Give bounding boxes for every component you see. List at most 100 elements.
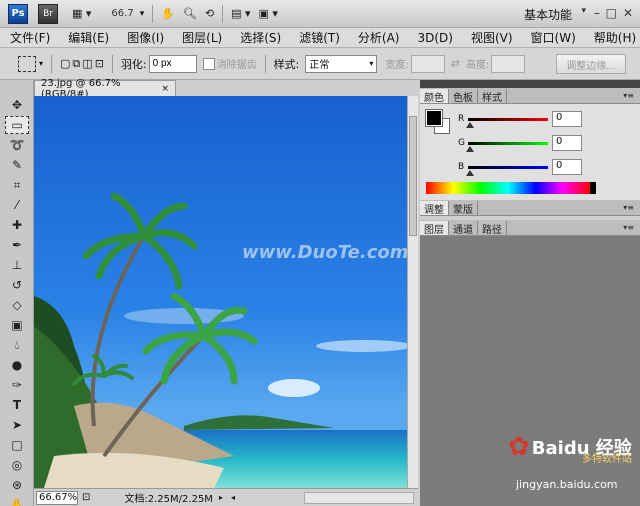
arrange-documents-button[interactable]: ▤ ▾ xyxy=(231,4,250,24)
width-input[interactable] xyxy=(410,54,445,73)
scroll-thumb[interactable] xyxy=(409,116,417,236)
black-white-ramp[interactable] xyxy=(590,182,596,194)
menu-analysis[interactable]: 分析(A) xyxy=(358,29,400,46)
pen-tool-icon[interactable]: ✑ xyxy=(5,376,29,394)
screen-mode-button[interactable]: ▣ ▾ xyxy=(259,4,278,24)
zoom-dropdown-icon[interactable]: ▾ xyxy=(140,9,145,19)
tab-swatches[interactable]: 色板 xyxy=(449,89,478,104)
clone-stamp-icon[interactable]: ⊥ xyxy=(5,256,29,274)
quick-selection-icon[interactable]: ✎ xyxy=(5,156,29,174)
layers-tabs: 图层 通道 路径 ▾≡ xyxy=(420,220,640,236)
close-document-icon[interactable]: × xyxy=(161,84,169,94)
3d-rotate-icon[interactable]: ◎ xyxy=(5,456,29,474)
brush-tool-icon[interactable]: ✒ xyxy=(5,236,29,254)
tab-color[interactable]: 颜色 xyxy=(420,89,449,104)
hand-tool-icon[interactable]: ✋ xyxy=(161,4,175,24)
crop-tool-icon[interactable]: ⌗ xyxy=(5,176,29,194)
document-tab[interactable]: 23.jpg @ 66.7%(RGB/8#) × xyxy=(34,78,176,100)
style-select[interactable]: 正常 ▾ xyxy=(305,54,378,73)
healing-brush-icon[interactable]: ✚ xyxy=(5,216,29,234)
r-slider-track[interactable] xyxy=(468,118,548,121)
zoom-level[interactable]: 66.7 xyxy=(111,8,133,19)
scroll-left-icon[interactable]: ◂ xyxy=(231,493,235,502)
zoom-tool-icon[interactable]: 🔍︎ xyxy=(183,4,197,24)
tab-paths[interactable]: 路径 xyxy=(478,221,507,236)
layers-menu-icon[interactable]: ▾≡ xyxy=(623,223,634,232)
options-bar: ▾ ▢ ⧉ ◫ ⊡ 羽化: 消除锯齿 样式: 正常 ▾ 宽度: ⇄ 高度: 调整… xyxy=(0,48,640,80)
intersect-selection-icon[interactable]: ⊡ xyxy=(95,57,104,70)
menu-layer[interactable]: 图层(L) xyxy=(182,29,222,46)
b-value-input[interactable]: 0 xyxy=(552,159,582,175)
tab-masks[interactable]: 蒙版 xyxy=(449,201,478,216)
panel-menu-icon[interactable]: ▾≡ xyxy=(623,91,634,100)
move-tool-icon[interactable]: ✥ xyxy=(5,96,29,114)
shape-tool-icon[interactable]: □ xyxy=(5,436,29,454)
lasso-tool-icon[interactable]: ➰ xyxy=(5,136,29,154)
image-canvas[interactable]: www.DuoTe.com xyxy=(34,96,407,488)
eraser-icon[interactable]: ◇ xyxy=(5,296,29,314)
eyedropper-icon[interactable]: ⁄ xyxy=(5,196,29,214)
swap-icon[interactable]: ⇄ xyxy=(451,57,460,70)
status-menu-icon[interactable]: ▸ xyxy=(219,493,223,502)
tab-adjustments[interactable]: 调整 xyxy=(420,201,449,216)
feather-input[interactable] xyxy=(148,54,197,73)
tab-layers[interactable]: 图层 xyxy=(420,221,449,236)
history-brush-icon[interactable]: ↺ xyxy=(5,276,29,294)
g-slider-track[interactable] xyxy=(468,142,548,145)
rotate-view-icon[interactable]: ⟲ xyxy=(205,4,214,24)
b-slider-knob[interactable] xyxy=(466,170,474,176)
status-zoom[interactable]: 66.67% xyxy=(36,490,78,505)
marquee-tool-icon[interactable]: ▭ xyxy=(5,116,29,134)
foreground-color-swatch[interactable] xyxy=(425,109,443,127)
site-label: 多特软件站 xyxy=(582,454,632,465)
menu-image[interactable]: 图像(I) xyxy=(127,29,164,46)
menu-edit[interactable]: 编辑(E) xyxy=(68,29,109,46)
dodge-tool-icon[interactable]: ● xyxy=(5,356,29,374)
menu-file[interactable]: 文件(F) xyxy=(10,29,50,46)
restore-button[interactable]: □ xyxy=(606,6,617,20)
g-slider-knob[interactable] xyxy=(466,146,474,152)
path-selection-icon[interactable]: ➤ xyxy=(5,416,29,434)
3d-orbit-icon[interactable]: ⊛ xyxy=(5,476,29,494)
workspace-switcher[interactable]: 基本功能 xyxy=(524,6,572,23)
gradient-tool-icon[interactable]: ▣ xyxy=(5,316,29,334)
menu-select[interactable]: 选择(S) xyxy=(240,29,281,46)
antialias-checkbox[interactable] xyxy=(202,57,215,70)
b-slider-track[interactable] xyxy=(468,166,548,169)
menu-help[interactable]: 帮助(H) xyxy=(594,29,636,46)
beach-photo: www.DuoTe.com xyxy=(34,96,407,488)
status-bar: 66.67% ⊡ 文档:2.25M/2.25M ▸ ◂ xyxy=(34,488,418,506)
minimize-button[interactable]: – xyxy=(594,6,600,20)
color-spectrum[interactable] xyxy=(426,182,590,194)
new-selection-icon[interactable]: ▢ xyxy=(60,57,70,70)
subtract-selection-icon[interactable]: ◫ xyxy=(82,57,92,70)
menu-window[interactable]: 窗口(W) xyxy=(531,29,576,46)
tab-styles[interactable]: 样式 xyxy=(478,89,507,104)
tool-preset-icon[interactable] xyxy=(18,55,36,72)
r-slider-knob[interactable] xyxy=(466,122,474,128)
r-value-input[interactable]: 0 xyxy=(552,111,582,127)
preset-dropdown-icon[interactable]: ▾ xyxy=(39,59,43,68)
tab-channels[interactable]: 通道 xyxy=(449,221,478,236)
separator xyxy=(264,54,266,73)
bridge-button[interactable]: Br xyxy=(38,3,58,24)
r-label: R xyxy=(458,114,465,124)
menu-view[interactable]: 视图(V) xyxy=(471,29,513,46)
close-button[interactable]: ✕ xyxy=(623,6,633,20)
type-tool-icon[interactable]: T xyxy=(5,396,29,414)
color-panel-tabs: 颜色 色板 样式 ▾≡ xyxy=(420,88,640,104)
height-label: 高度: xyxy=(465,60,490,71)
menu-3d[interactable]: 3D(D) xyxy=(417,31,452,45)
hand-tool-icon[interactable]: ✋ xyxy=(5,496,29,506)
menu-filter[interactable]: 滤镜(T) xyxy=(299,29,340,46)
height-input[interactable] xyxy=(491,54,526,73)
blur-tool-icon[interactable]: 💧︎ xyxy=(5,336,29,354)
horizontal-scrollbar[interactable] xyxy=(304,491,414,504)
view-extras-button[interactable]: ▦ ▾ xyxy=(72,4,91,24)
vertical-scrollbar[interactable] xyxy=(407,96,418,488)
adjustments-menu-icon[interactable]: ▾≡ xyxy=(623,203,634,212)
add-selection-icon[interactable]: ⧉ xyxy=(72,57,80,71)
refine-edge-button[interactable]: 调整边缘... xyxy=(556,54,626,74)
g-value-input[interactable]: 0 xyxy=(552,135,582,151)
workspace-dropdown-icon[interactable]: ▾ xyxy=(581,6,586,16)
